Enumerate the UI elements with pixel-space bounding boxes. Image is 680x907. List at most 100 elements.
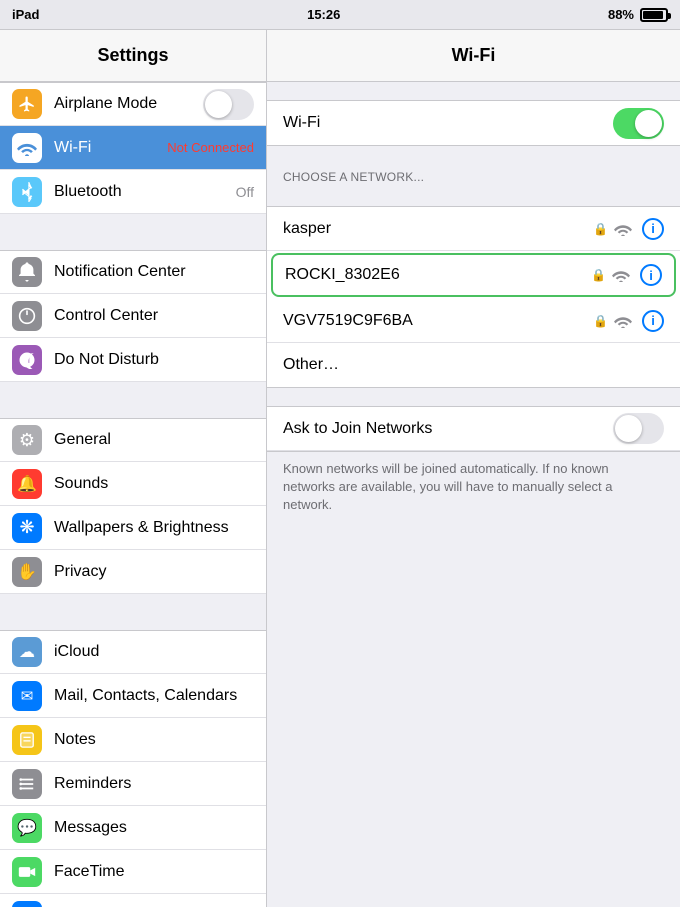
sidebar-section-3: ⚙ General 🔔 Sounds ❋ Wallpapers & Bright… [0, 418, 266, 594]
wifi-title: Wi-Fi [452, 45, 496, 66]
sidebar-item-messages[interactable]: 💬 Messages [0, 806, 266, 850]
bluetooth-label: Bluetooth [54, 183, 236, 201]
control-label: Control Center [54, 307, 254, 325]
info-rocki[interactable]: i [640, 264, 662, 286]
sidebar-item-mail[interactable]: ✉ Mail, Contacts, Calendars [0, 674, 266, 718]
sidebar-header: Settings [0, 30, 266, 82]
networks-container: CHOOSE A NETWORK... kasper 🔒 i [267, 164, 680, 388]
network-vgv[interactable]: VGV7519C9F6BA 🔒 i [267, 299, 680, 343]
reminders-icon [12, 769, 42, 799]
choose-network-header: CHOOSE A NETWORK... [267, 164, 680, 188]
sounds-label: Sounds [54, 475, 254, 493]
airplane-toggle[interactable] [203, 89, 254, 120]
ask-join-desc: Known networks will be joined automatica… [267, 452, 680, 529]
sidebar-item-donotdisturb[interactable]: Do Not Disturb [0, 338, 266, 382]
notification-icon [12, 257, 42, 287]
status-time: 15:26 [39, 7, 608, 22]
network-vgv-name: VGV7519C9F6BA [283, 312, 593, 330]
right-panel: Wi-Fi Wi-Fi CHOOSE A NETWORK... kasper [267, 30, 680, 907]
notes-label: Notes [54, 731, 254, 749]
separator-2 [0, 382, 266, 418]
battery-icon [640, 8, 668, 22]
wifi-toggle-label: Wi-Fi [283, 114, 613, 132]
icloud-label: iCloud [54, 643, 254, 661]
sidebar-item-airplane[interactable]: Airplane Mode [0, 82, 266, 126]
sidebar-section-1: Airplane Mode Wi-Fi Not Connected [0, 82, 266, 214]
network-rocki-icons: 🔒 i [591, 264, 662, 286]
wifi-signal-kasper [614, 222, 632, 236]
sidebar-item-wallpaper[interactable]: ❋ Wallpapers & Brightness [0, 506, 266, 550]
network-kasper-name: kasper [283, 220, 593, 238]
ask-join-toggle-knob [615, 415, 642, 442]
ask-join-toggle[interactable] [613, 413, 664, 444]
wifi-toggle-row[interactable]: Wi-Fi [267, 101, 680, 145]
sidebar-item-notification[interactable]: Notification Center [0, 250, 266, 294]
mail-label: Mail, Contacts, Calendars [54, 687, 254, 705]
icloud-icon: ☁ [12, 637, 42, 667]
wifi-signal-rocki [612, 268, 630, 282]
reminders-label: Reminders [54, 775, 254, 793]
main-layout: Settings Airplane Mode [0, 30, 680, 907]
lock-icon-vgv: 🔒 [593, 314, 608, 328]
network-kasper[interactable]: kasper 🔒 i [267, 207, 680, 251]
control-icon [12, 301, 42, 331]
network-other-name: Other… [283, 356, 664, 374]
sidebar-item-sounds[interactable]: 🔔 Sounds [0, 462, 266, 506]
bluetooth-value: Off [236, 184, 254, 200]
separator-1 [0, 214, 266, 250]
sidebar-title: Settings [97, 45, 168, 66]
notification-label: Notification Center [54, 263, 254, 281]
wifi-toggle-section: Wi-Fi [267, 100, 680, 146]
sidebar-item-notes[interactable]: Notes [0, 718, 266, 762]
sidebar-item-reminders[interactable]: Reminders [0, 762, 266, 806]
wallpaper-label: Wallpapers & Brightness [54, 519, 254, 537]
info-kasper[interactable]: i [642, 218, 664, 240]
wifi-signal-vgv [614, 314, 632, 328]
sidebar-section-4: ☁ iCloud ✉ Mail, Contacts, Calendars Not… [0, 630, 266, 907]
network-other[interactable]: Other… [267, 343, 680, 387]
ask-join-row[interactable]: Ask to Join Networks [267, 407, 680, 451]
sidebar: Settings Airplane Mode [0, 30, 267, 907]
maps-icon [12, 901, 42, 907]
lock-icon-kasper: 🔒 [593, 222, 608, 236]
network-kasper-icons: 🔒 i [593, 218, 664, 240]
sidebar-section-2: Notification Center Control Center [0, 250, 266, 382]
wifi-toggle-knob [635, 110, 662, 137]
donotdisturb-label: Do Not Disturb [54, 351, 254, 369]
wifi-toggle[interactable] [613, 108, 664, 139]
status-bar: iPad 15:26 88% [0, 0, 680, 30]
wifi-icon [12, 133, 42, 163]
wallpaper-icon: ❋ [12, 513, 42, 543]
network-rocki[interactable]: ROCKI_8302E6 🔒 i [271, 253, 676, 297]
sidebar-item-general[interactable]: ⚙ General [0, 418, 266, 462]
network-vgv-icons: 🔒 i [593, 310, 664, 332]
network-list: kasper 🔒 i ROCKI_8302E6 [267, 206, 680, 388]
sidebar-item-maps[interactable]: Maps [0, 894, 266, 907]
bluetooth-icon [12, 177, 42, 207]
battery-percent: 88% [608, 7, 634, 22]
ask-join-label: Ask to Join Networks [283, 420, 613, 438]
status-ipad: iPad [12, 7, 39, 22]
sidebar-item-bluetooth[interactable]: Bluetooth Off [0, 170, 266, 214]
status-right: 88% [608, 7, 668, 22]
info-vgv[interactable]: i [642, 310, 664, 332]
wifi-value: Not Connected [167, 140, 254, 155]
privacy-icon: ✋ [12, 557, 42, 587]
network-rocki-name: ROCKI_8302E6 [285, 266, 591, 284]
donotdisturb-icon [12, 345, 42, 375]
sidebar-item-privacy[interactable]: ✋ Privacy [0, 550, 266, 594]
sidebar-item-control[interactable]: Control Center [0, 294, 266, 338]
wifi-header: Wi-Fi [267, 30, 680, 82]
sidebar-item-facetime[interactable]: FaceTime [0, 850, 266, 894]
sounds-icon: 🔔 [12, 469, 42, 499]
messages-label: Messages [54, 819, 254, 837]
battery-fill [643, 11, 663, 19]
sidebar-item-wifi[interactable]: Wi-Fi Not Connected [0, 126, 266, 170]
ask-join-section: Ask to Join Networks [267, 406, 680, 452]
wifi-label: Wi-Fi [54, 139, 167, 157]
privacy-label: Privacy [54, 563, 254, 581]
sidebar-item-icloud[interactable]: ☁ iCloud [0, 630, 266, 674]
airplane-icon [12, 89, 42, 119]
lock-icon-rocki: 🔒 [591, 268, 606, 282]
notes-icon [12, 725, 42, 755]
